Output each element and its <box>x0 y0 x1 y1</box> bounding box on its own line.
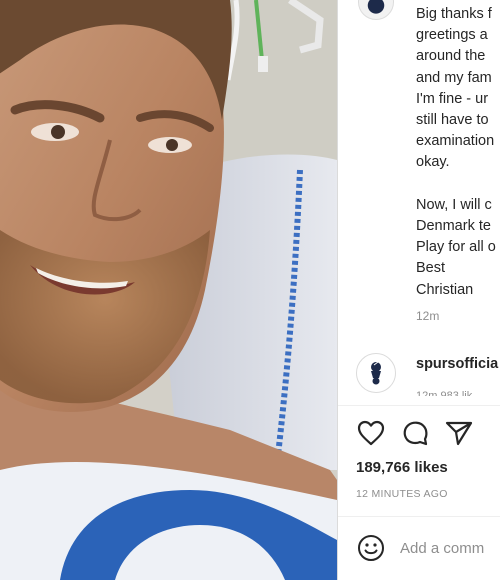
author-avatar[interactable] <box>358 0 394 20</box>
action-bar <box>356 418 474 448</box>
post-caption: Big thanks f greetings a around the and … <box>416 6 496 298</box>
like-button[interactable] <box>356 418 386 448</box>
comment-bubble-icon <box>403 421 428 446</box>
like-count[interactable]: 189,766 likes <box>356 459 448 476</box>
selfie-image <box>0 0 337 580</box>
post-photo[interactable] <box>0 0 337 580</box>
comments-divider <box>338 405 500 406</box>
post-timestamp: 12 MINUTES AGO <box>356 488 448 500</box>
paper-plane-icon <box>445 421 473 446</box>
comment-input[interactable] <box>400 539 500 557</box>
heart-icon <box>357 420 385 446</box>
caption-timestamp[interactable]: 12m <box>416 309 439 323</box>
comment-meta: 12m 983 lik <box>416 390 473 396</box>
spurs-cockerel-icon <box>371 361 381 385</box>
post-details-panel: Big thanks f greetings a around the and … <box>338 0 500 580</box>
share-button[interactable] <box>444 418 474 448</box>
comment-button[interactable] <box>400 418 430 448</box>
emoji-button[interactable] <box>356 533 386 563</box>
commenter-avatar[interactable] <box>356 353 396 393</box>
add-comment-row <box>356 533 500 563</box>
smiley-icon <box>358 535 384 561</box>
comment-box-divider <box>338 516 500 517</box>
commenter-username[interactable]: spursofficia <box>416 356 498 372</box>
